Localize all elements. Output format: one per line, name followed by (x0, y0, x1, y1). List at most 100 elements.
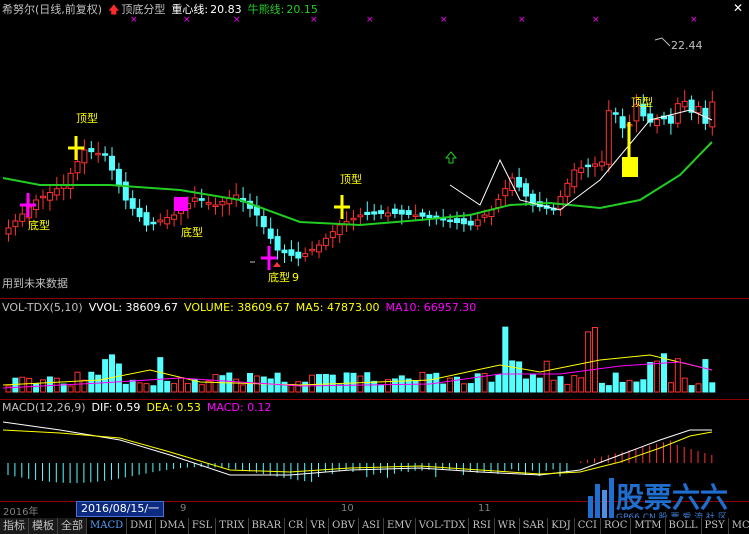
tab-mcst[interactable]: MCST (729, 518, 749, 534)
candle (571, 169, 578, 188)
candle (467, 220, 474, 226)
tab-kdj[interactable]: KDJ (548, 518, 575, 534)
candle (260, 216, 267, 228)
logo-bars-icon (588, 478, 614, 520)
tab-boll[interactable]: BOLL (666, 518, 702, 534)
tab-obv[interactable]: OBV (329, 518, 359, 534)
bottom-pattern-label: 底型 (268, 270, 290, 284)
bottom-pattern-label: 底型 (28, 218, 50, 232)
close-icon[interactable]: ✕ (733, 1, 743, 15)
tab-macd[interactable]: MACD (87, 518, 128, 534)
volume-bar (460, 383, 467, 393)
macd-dea: DEA: 0.53 (146, 401, 201, 414)
volume-bar (557, 376, 564, 393)
volume-bar (502, 326, 509, 393)
candle (302, 253, 309, 257)
volume-bar (81, 379, 88, 393)
tab-全部[interactable]: 全部 (58, 518, 87, 534)
tab-roc[interactable]: ROC (601, 518, 632, 534)
signal-x-icon: × (518, 15, 526, 25)
volume-bar (488, 381, 495, 393)
stock-title: 希努尔(日线,前复权) (2, 3, 103, 16)
volume-bar (191, 379, 198, 393)
volume-bar (150, 385, 157, 393)
volume-bar (143, 383, 150, 393)
bottom-pattern-suffix: 9 (292, 271, 299, 284)
tab-asi[interactable]: ASI (359, 518, 384, 534)
candle (67, 172, 74, 189)
volume-bar (612, 372, 619, 393)
indicator-arrow-icon: 🡅 (108, 3, 120, 16)
tab-dmi[interactable]: DMI (127, 518, 157, 534)
candle (171, 214, 178, 220)
volume-bar (709, 382, 716, 393)
candle (460, 218, 467, 225)
volume-bar (378, 384, 385, 393)
macd-value: MACD: 0.12 (206, 401, 272, 414)
volume-bar (281, 381, 288, 393)
candle (295, 251, 302, 259)
volume-bar (67, 385, 74, 393)
tab-cr[interactable]: CR (285, 518, 308, 534)
candle (654, 119, 661, 127)
volume-bar (605, 385, 612, 393)
up-arrow-icon (273, 262, 281, 267)
macd-chart-panel[interactable]: MACD(12,26,9) DIF: 0.59 DEA: 0.53 MACD: 0.1… (0, 400, 749, 483)
volume-bar (88, 371, 95, 393)
candle (564, 182, 571, 197)
macd-dea-line (2, 429, 713, 475)
volume-bar (633, 381, 640, 393)
candle (129, 198, 136, 209)
price-chart-panel[interactable]: × × × × × × × × × 顶型 顶型 顶型 底型 底型 底型 9 22.44 希努尔(日线,前复权) 🡅… (0, 0, 749, 297)
tab-模板[interactable]: 模板 (29, 518, 58, 534)
candle (419, 212, 426, 217)
volume-bar (647, 361, 654, 393)
volume-bar (129, 379, 136, 393)
vol-volume: VOLUME: 38609.67 (184, 301, 290, 314)
tab-emv[interactable]: EMV (384, 518, 416, 534)
candle (474, 219, 481, 227)
volume-bar (412, 380, 419, 393)
volume-bar (178, 377, 184, 393)
volume-bar (184, 382, 191, 393)
macd-dif: DIF: 0.59 (91, 401, 141, 414)
tab-brar[interactable]: BRAR (249, 518, 286, 534)
volume-bar (164, 380, 171, 393)
tab-psy[interactable]: PSY (702, 518, 729, 534)
volume-bar (571, 375, 578, 393)
bull-label: 牛熊线: (247, 3, 285, 16)
volume-bar (157, 357, 164, 393)
volume-bar (233, 378, 240, 393)
tab-cci[interactable]: CCI (575, 518, 601, 534)
tab-vol-tdx[interactable]: VOL-TDX (416, 518, 470, 534)
volume-bar (667, 382, 674, 393)
tab-rsi[interactable]: RSI (469, 518, 495, 534)
volume-bar (640, 379, 647, 393)
volume-bar (240, 384, 247, 393)
top-pattern-label: 顶型 (340, 172, 362, 186)
tab-trix[interactable]: TRIX (216, 518, 249, 534)
volume-bar (516, 361, 523, 393)
tab-sar[interactable]: SAR (520, 518, 549, 534)
volume-bars[interactable] (0, 300, 749, 398)
tab-dma[interactable]: DMA (156, 518, 189, 534)
tab-vr[interactable]: VR (307, 518, 330, 534)
candle (481, 214, 488, 218)
vol-vvol: VVOL: 38609.67 (88, 301, 179, 314)
tab-mtm[interactable]: MTM (631, 518, 666, 534)
volume-bar (26, 377, 33, 393)
volume-bar (495, 374, 502, 393)
tab-fsl[interactable]: FSL (189, 518, 217, 534)
candle (592, 163, 598, 167)
candle (102, 153, 109, 156)
volume-chart-panel[interactable]: VOL-TDX(5,10) VVOL: 38609.67 VOLUME: 38609… (0, 300, 749, 398)
volume-bar (309, 374, 316, 393)
price-candles[interactable]: × × × × × × × × ×顶型顶型顶型底型底型底型 922.44 (0, 0, 749, 297)
volume-bar (626, 379, 633, 393)
candle (585, 164, 592, 168)
candle (426, 214, 433, 218)
tab-wr[interactable]: WR (495, 518, 520, 534)
volume-bar (550, 379, 557, 393)
tab-指标[interactable]: 指标 (0, 518, 29, 534)
bottom-pattern-box (174, 197, 188, 211)
